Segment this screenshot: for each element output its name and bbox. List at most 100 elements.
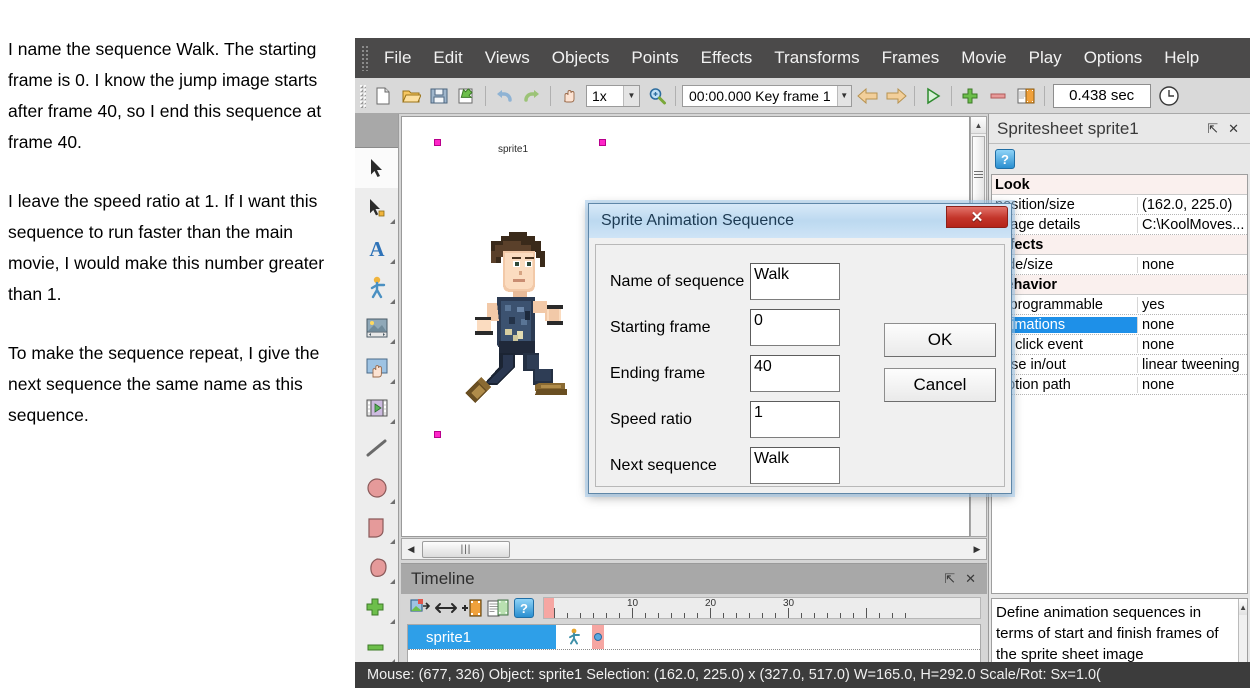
menu-movie[interactable]: Movie [950,46,1017,70]
help-icon[interactable]: ? [995,149,1015,169]
insert-object-icon[interactable] [407,596,433,620]
track-name-label[interactable]: sprite1 [408,625,556,649]
keyframe-dot[interactable] [592,625,604,649]
clock-icon[interactable] [1155,82,1183,110]
blob-tool[interactable] [355,548,398,588]
property-row-is-programmable[interactable]: is programmable yes [992,295,1247,315]
tool-expand-corner[interactable] [390,499,395,504]
menu-options[interactable]: Options [1073,46,1154,70]
open-folder-icon[interactable] [397,82,425,110]
speed-ratio-input[interactable]: 1 [750,401,840,438]
selection-handle-bottom-left[interactable] [434,431,441,438]
redo-icon[interactable] [518,82,546,110]
properties-list[interactable]: Look position/size (162.0, 225.0) image … [991,174,1248,594]
menu-play[interactable]: Play [1018,46,1073,70]
text-tool[interactable]: A [355,228,398,268]
help-icon[interactable]: ? [511,596,537,620]
new-document-icon[interactable] [369,82,397,110]
menu-objects[interactable]: Objects [541,46,621,70]
property-row-on-click-event[interactable]: on click event none [992,335,1247,355]
menu-frames[interactable]: Frames [871,46,951,70]
chevron-down-icon[interactable]: ▼ [836,85,851,106]
property-row-motion-path[interactable]: motion path none [992,375,1247,395]
selection-handle-top-right[interactable] [599,139,606,146]
ellipse-tool[interactable] [355,468,398,508]
tool-expand-corner[interactable] [390,339,395,344]
zoom-level-combo[interactable]: 1x ▼ [586,84,640,107]
minus-icon[interactable] [984,82,1012,110]
pan-hand-icon[interactable] [555,82,583,110]
cancel-button[interactable]: Cancel [884,368,996,402]
save-icon[interactable] [425,82,453,110]
next-sequence-input[interactable]: Walk [750,447,840,484]
timeline-playhead[interactable] [544,598,554,618]
magnifier-icon[interactable] [643,82,671,110]
property-row-look[interactable]: Look [992,175,1247,195]
property-row-position-size[interactable]: position/size (162.0, 225.0) [992,195,1247,215]
selection-handle-top-left[interactable] [434,139,441,146]
scroll-up-arrow-icon[interactable]: ▲ [971,117,986,134]
tool-expand-corner[interactable] [390,219,395,224]
image-tool[interactable] [355,308,398,348]
scroll-left-arrow-icon[interactable]: ◀ [402,544,420,555]
select-arrow-tool[interactable] [355,148,398,188]
toolbar-grip-handle[interactable] [359,83,366,108]
horizontal-scroll-thumb[interactable]: ||| [422,540,510,558]
menu-effects[interactable]: Effects [690,46,764,70]
menu-file[interactable]: File [373,46,422,70]
menu-transforms[interactable]: Transforms [763,46,870,70]
property-row-behavior[interactable]: Behavior [992,275,1247,295]
stretch-icon[interactable] [433,596,459,620]
dialog-title-bar[interactable]: Sprite Animation Sequence ✕ [589,204,1011,238]
movie-clip-tool[interactable] [355,388,398,428]
line-tool[interactable] [355,428,398,468]
menu-help[interactable]: Help [1153,46,1210,70]
canvas-horizontal-scrollbar[interactable]: ◀ ||| ▶ [401,538,987,560]
timeline-ruler[interactable]: 10 20 30 [543,597,981,619]
tool-expand-corner[interactable] [390,539,395,544]
play-icon[interactable] [919,82,947,110]
figure-icon[interactable] [556,625,592,649]
arrow-right-icon[interactable] [882,82,910,110]
close-icon[interactable]: ✕ [1223,121,1244,137]
property-row-animations[interactable]: animations none [992,315,1247,335]
tool-expand-corner[interactable] [390,619,395,624]
arrow-left-icon[interactable] [854,82,882,110]
copy-frames-icon[interactable] [485,596,511,620]
tool-expand-corner[interactable] [390,259,395,264]
scroll-up-arrow-icon[interactable]: ▲ [1239,599,1247,615]
point-select-tool[interactable] [355,188,398,228]
starting-frame-input[interactable]: 0 [750,309,840,346]
tool-expand-corner[interactable] [390,579,395,584]
ending-frame-input[interactable]: 40 [750,355,840,392]
tool-expand-corner[interactable] [390,379,395,384]
duration-field[interactable]: 0.438 sec [1052,83,1151,108]
figure-tool[interactable] [355,268,398,308]
add-frame-icon[interactable] [459,596,485,620]
menu-edit[interactable]: Edit [422,46,473,70]
undo-icon[interactable] [490,82,518,110]
ok-button[interactable]: OK [884,323,996,357]
frames-icon[interactable] [1012,82,1040,110]
plus-icon[interactable] [956,82,984,110]
close-icon[interactable]: ✕ [960,571,981,587]
keyframe-time-field[interactable]: 00:00.000 Key frame 1 ▼ [682,84,852,107]
export-icon[interactable] [453,82,481,110]
property-row-image-details[interactable]: image details C:\KoolMoves... [992,215,1247,235]
pin-icon[interactable]: ⇱ [1202,121,1223,137]
menu-grip-handle[interactable] [361,45,369,71]
scroll-right-arrow-icon[interactable]: ▶ [968,544,986,555]
chevron-down-icon[interactable]: ▼ [623,85,639,106]
shape-tool[interactable] [355,508,398,548]
pin-icon[interactable]: ⇱ [939,571,960,587]
close-icon[interactable]: ✕ [946,206,1008,228]
menu-views[interactable]: Views [474,46,541,70]
menu-points[interactable]: Points [620,46,689,70]
add-point-tool[interactable] [355,588,398,628]
hand-grab-tool[interactable] [355,348,398,388]
tool-expand-corner[interactable] [390,419,395,424]
property-row-fade-size[interactable]: fade/size none [992,255,1247,275]
property-row-ease-in-out[interactable]: ease in/out linear tweening [992,355,1247,375]
name-of-sequence-input[interactable]: Walk [750,263,840,300]
tool-expand-corner[interactable] [390,299,395,304]
